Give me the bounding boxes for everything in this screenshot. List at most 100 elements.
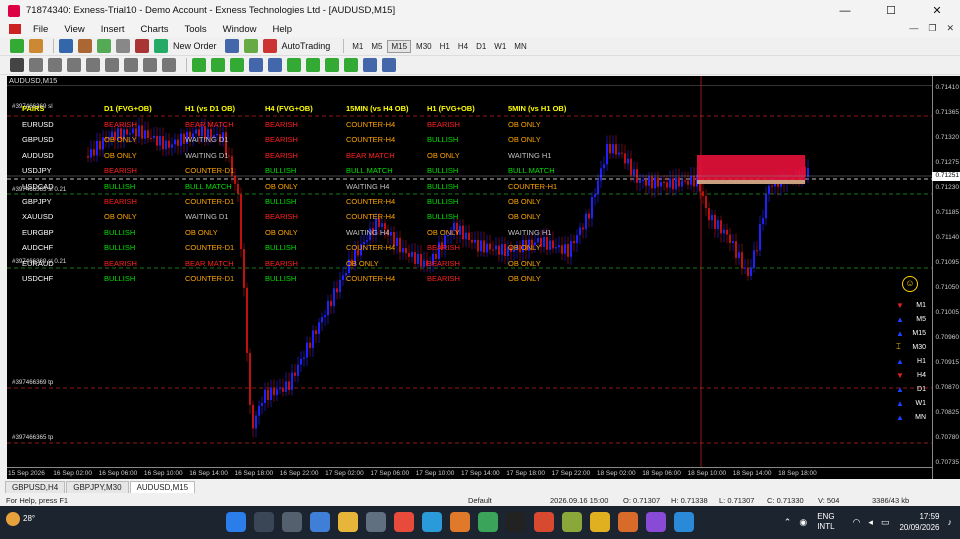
- menu-help[interactable]: Help: [264, 24, 300, 35]
- minimize-button[interactable]: —: [822, 0, 868, 21]
- timeframe-h4[interactable]: H4: [455, 41, 471, 52]
- candle-body: [147, 130, 149, 138]
- candle-body: [480, 240, 482, 252]
- wifi-icon[interactable]: ◠: [853, 517, 861, 528]
- trendline-icon[interactable]: [86, 58, 100, 72]
- menu-file[interactable]: File: [25, 24, 56, 35]
- price-scale[interactable]: 0.71410 0.71365 0.71320 0.71275 0.71230 0.711…: [932, 76, 960, 479]
- candle-body: [603, 164, 605, 169]
- price-chart-svg[interactable]: [7, 76, 932, 467]
- menu-charts[interactable]: Charts: [133, 24, 177, 35]
- up-arrow-icon: ▲: [896, 356, 904, 366]
- terminal-taskbar-icon[interactable]: [506, 512, 526, 532]
- candlestick-icon[interactable]: [211, 58, 225, 72]
- tray-app-icon[interactable]: ◉: [799, 517, 807, 528]
- task-view-icon[interactable]: [282, 512, 302, 532]
- profiles-icon[interactable]: [29, 39, 43, 53]
- timeframe-h1[interactable]: H1: [437, 41, 453, 52]
- zoom-out-icon[interactable]: [268, 58, 282, 72]
- mdi-restore-button[interactable]: ❐: [928, 23, 936, 34]
- taskbar-clock[interactable]: 17:59 20/09/2026: [899, 511, 939, 533]
- app-icon-blue[interactable]: [674, 512, 694, 532]
- timeframe-m15[interactable]: M15: [387, 39, 412, 53]
- candle-body: [399, 237, 401, 253]
- mdi-minimize-button[interactable]: —: [909, 23, 918, 34]
- candle-body: [303, 357, 305, 359]
- periods-icon[interactable]: [363, 58, 377, 72]
- bar-chart-icon[interactable]: [192, 58, 206, 72]
- candle-body: [267, 389, 269, 400]
- menu-view[interactable]: View: [56, 24, 92, 35]
- data-window-icon[interactable]: [78, 39, 92, 53]
- menu-tools[interactable]: Tools: [176, 24, 214, 35]
- app-icon-fox[interactable]: [618, 512, 638, 532]
- autoscroll-icon[interactable]: [306, 58, 320, 72]
- timeframe-d1[interactable]: D1: [473, 41, 489, 52]
- templates-icon[interactable]: [382, 58, 396, 72]
- market-watch-icon[interactable]: [59, 39, 73, 53]
- cursor-icon[interactable]: [10, 58, 24, 72]
- menu-window[interactable]: Window: [215, 24, 265, 35]
- timeframe-m1[interactable]: M1: [349, 41, 366, 52]
- strategy-tester-icon[interactable]: [135, 39, 149, 53]
- tab-gbpusd-h4[interactable]: GBPUSD,H4: [5, 481, 66, 493]
- navigator-icon[interactable]: [97, 39, 111, 53]
- neutral-icon: ⌶: [896, 342, 901, 351]
- arrow-icon[interactable]: [162, 58, 176, 72]
- trading-app-icon[interactable]: [534, 512, 554, 532]
- weather-widget[interactable]: 28°: [6, 512, 35, 526]
- mdi-close-button[interactable]: ✕: [946, 23, 954, 34]
- table-signal-cell: OB ONLY: [427, 227, 460, 237]
- time-axis[interactable]: 15 Sep 2026 16 Sep 02:00 16 Sep 06:00 16 Se…: [7, 467, 932, 479]
- search-icon[interactable]: [254, 512, 274, 532]
- candle-body: [678, 177, 680, 187]
- notification-bell-icon[interactable]: ♪: [948, 517, 953, 527]
- status-profile[interactable]: Default: [468, 496, 492, 505]
- autotrading-button[interactable]: AutoTrading: [282, 41, 331, 51]
- candle-body: [333, 288, 335, 306]
- language-indicator[interactable]: ENG INTL: [817, 512, 834, 532]
- timeframe-mn[interactable]: MN: [511, 41, 529, 52]
- app-icon-yellow[interactable]: [590, 512, 610, 532]
- app-icon-green[interactable]: [562, 512, 582, 532]
- timeframe-w1[interactable]: W1: [491, 41, 509, 52]
- fibonacci-icon[interactable]: [124, 58, 138, 72]
- horizontal-line-icon[interactable]: [67, 58, 81, 72]
- lang-code: ENG: [817, 512, 835, 521]
- channel-icon[interactable]: [105, 58, 119, 72]
- tab-gbpjpy-m30[interactable]: GBPJPY,M30: [66, 481, 129, 493]
- indicators-icon[interactable]: [344, 58, 358, 72]
- crosshair-icon[interactable]: [29, 58, 43, 72]
- table-signal-cell: BEARISH: [265, 120, 298, 129]
- vertical-line-icon[interactable]: [48, 58, 62, 72]
- app-icon-orange[interactable]: [450, 512, 470, 532]
- zoom-in-icon[interactable]: [249, 58, 263, 72]
- chart-shift-icon[interactable]: [325, 58, 339, 72]
- menu-insert[interactable]: Insert: [93, 24, 133, 35]
- widgets-icon[interactable]: [310, 512, 330, 532]
- new-order-button[interactable]: New Order: [173, 41, 217, 51]
- metaeditor-icon[interactable]: [224, 39, 239, 53]
- speaker-icon[interactable]: ◂: [868, 517, 873, 528]
- calculator-icon[interactable]: [366, 512, 386, 532]
- chrome-icon[interactable]: [394, 512, 414, 532]
- close-button[interactable]: ✕: [914, 0, 960, 21]
- timeframe-m30[interactable]: M30: [413, 41, 435, 52]
- tray-chevron-icon[interactable]: ⌃: [784, 517, 792, 528]
- new-chart-icon[interactable]: [10, 39, 24, 53]
- chart-window[interactable]: AUDUSD,M15 PAIRS D1 (FVG+OB) H1 (vs D1 OB)…: [7, 76, 960, 479]
- metatrader-taskbar-icon[interactable]: [478, 512, 498, 532]
- line-chart-icon[interactable]: [230, 58, 244, 72]
- start-icon[interactable]: [226, 512, 246, 532]
- tile-windows-icon[interactable]: [287, 58, 301, 72]
- timeframe-m5[interactable]: M5: [368, 41, 385, 52]
- maximize-button[interactable]: ☐: [868, 0, 914, 21]
- terminal-icon[interactable]: [116, 39, 130, 53]
- tab-audusd-m15[interactable]: AUDUSD,M15: [129, 481, 196, 493]
- file-explorer-icon[interactable]: [338, 512, 358, 532]
- photos-icon[interactable]: [422, 512, 442, 532]
- signals-icon[interactable]: [243, 39, 258, 53]
- app-icon-purple[interactable]: [646, 512, 666, 532]
- text-icon[interactable]: [143, 58, 157, 72]
- battery-icon[interactable]: ▭: [881, 517, 890, 528]
